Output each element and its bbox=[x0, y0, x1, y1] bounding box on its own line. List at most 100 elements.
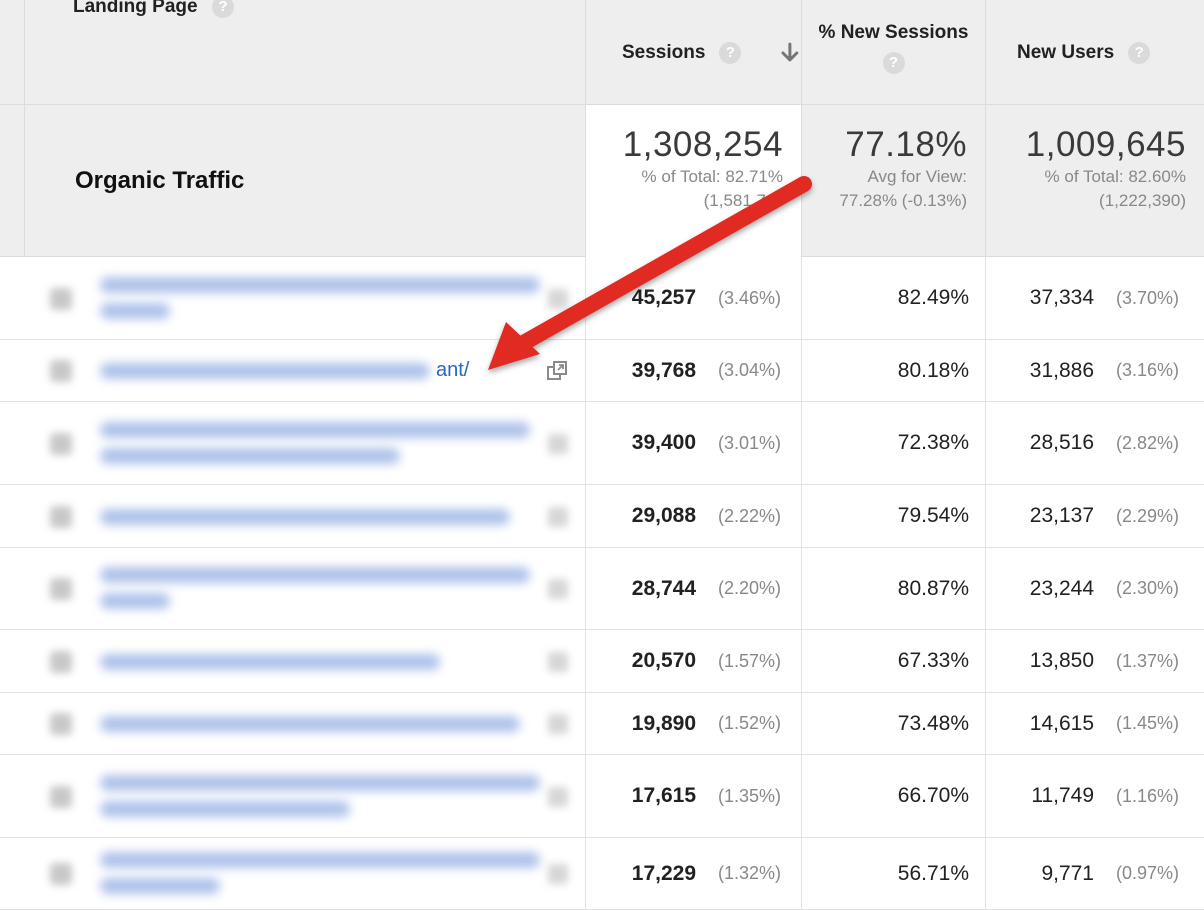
landing-page-cell[interactable] bbox=[0, 755, 585, 837]
table-row[interactable]: ant/39,768 (3.04%) 80.18% 31,886 (3.16%) bbox=[0, 340, 1204, 402]
sessions-header[interactable]: Sessions ? bbox=[585, 0, 801, 105]
row-index bbox=[50, 287, 72, 310]
summary-row: Organic Traffic 1,308,254 % of Total: 82… bbox=[0, 105, 1204, 257]
new-users-cell: 23,137 (2.29%) bbox=[985, 485, 1204, 547]
new-users-percent: (0.97%) bbox=[1116, 863, 1180, 883]
help-icon[interactable]: ? bbox=[719, 41, 742, 64]
table-row[interactable]: 17,229 (1.32%) 56.71% 9,771 (0.97%) bbox=[0, 838, 1204, 910]
table-row[interactable]: 20,570 (1.57%) 67.33% 13,850 (1.37%) bbox=[0, 630, 1204, 693]
help-icon[interactable]: ? bbox=[212, 0, 235, 18]
analytics-table: Landing Page ? Sessions ? % New Sessions… bbox=[0, 0, 1204, 910]
new-sessions-value: 67.33% bbox=[897, 649, 969, 672]
landing-page-link[interactable] bbox=[100, 878, 220, 894]
new-users-cell: 31,886 (3.16%) bbox=[985, 340, 1204, 401]
help-icon[interactable]: ? bbox=[882, 52, 905, 74]
open-link-icon[interactable] bbox=[548, 786, 568, 807]
new-sessions-value: 72.38% bbox=[897, 431, 969, 454]
summary-sessions-value: 1,308,254 bbox=[622, 125, 783, 164]
landing-page-link[interactable] bbox=[100, 800, 350, 817]
segment-label: Organic Traffic bbox=[75, 167, 245, 194]
table-row[interactable]: 17,615 (1.35%) 66.70% 11,749 (1.16%) bbox=[0, 755, 1204, 838]
open-link-icon[interactable] bbox=[548, 864, 568, 884]
landing-page-link[interactable] bbox=[100, 567, 530, 583]
open-link-icon[interactable] bbox=[548, 714, 568, 734]
new-sessions-cell: 56.71% bbox=[801, 838, 985, 909]
sessions-value: 29,088 bbox=[631, 504, 696, 527]
landing-page-link[interactable] bbox=[100, 774, 540, 791]
landing-page-header-label: Landing Page bbox=[73, 0, 198, 17]
new-sessions-value: 66.70% bbox=[897, 784, 969, 807]
sessions-percent: (1.35%) bbox=[718, 785, 782, 806]
row-index bbox=[50, 578, 72, 600]
landing-page-link[interactable] bbox=[100, 716, 520, 732]
help-icon[interactable]: ? bbox=[1128, 41, 1151, 64]
new-users-percent: (1.16%) bbox=[1116, 785, 1180, 806]
new-sessions-value: 82.49% bbox=[897, 286, 969, 309]
landing-page-link[interactable] bbox=[100, 653, 440, 670]
open-link-icon[interactable] bbox=[548, 651, 568, 672]
summary-new-sessions-avg: 77.28% (-0.13%) bbox=[839, 191, 967, 210]
landing-page-link[interactable] bbox=[100, 447, 400, 464]
row-index bbox=[50, 863, 72, 885]
sessions-value: 19,890 bbox=[631, 711, 696, 735]
new-users-value: 23,244 bbox=[1029, 576, 1094, 600]
new-users-header[interactable]: New Users ? bbox=[985, 0, 1204, 105]
row-index bbox=[50, 713, 72, 735]
landing-page-cell[interactable] bbox=[0, 485, 585, 547]
summary-sessions-cell: 1,308,254 % of Total: 82.71% (1,581,7… bbox=[585, 105, 801, 257]
arrow-down-icon[interactable] bbox=[779, 41, 801, 65]
landing-page-cell[interactable] bbox=[0, 548, 585, 629]
sessions-cell: 39,768 (3.04%) bbox=[585, 340, 801, 401]
new-sessions-cell: 67.33% bbox=[801, 630, 985, 692]
new-sessions-header[interactable]: % New Sessions ? bbox=[801, 0, 985, 105]
landing-page-link-text[interactable]: ant/ bbox=[436, 359, 469, 382]
new-users-percent: (2.82%) bbox=[1116, 432, 1180, 453]
landing-page-cell[interactable] bbox=[0, 693, 585, 754]
landing-page-link[interactable] bbox=[100, 508, 510, 525]
summary-sessions-pct: % of Total: 82.71% bbox=[641, 167, 783, 186]
new-users-percent: (3.70%) bbox=[1116, 287, 1180, 308]
new-users-value: 28,516 bbox=[1029, 431, 1094, 454]
new-users-percent: (2.29%) bbox=[1116, 505, 1180, 526]
table-row[interactable]: 28,744 (2.20%) 80.87% 23,244 (2.30%) bbox=[0, 548, 1204, 630]
landing-page-link[interactable] bbox=[100, 302, 170, 319]
new-users-cell: 37,334 (3.70%) bbox=[985, 257, 1204, 339]
sessions-percent: (2.20%) bbox=[718, 578, 782, 598]
landing-page-link[interactable] bbox=[100, 421, 530, 438]
sessions-header-label: Sessions bbox=[622, 41, 706, 63]
table-row[interactable]: 19,890 (1.52%) 73.48% 14,615 (1.45%) bbox=[0, 693, 1204, 755]
landing-page-header[interactable]: Landing Page ? bbox=[24, 0, 585, 105]
sessions-cell: 20,570 (1.57%) bbox=[585, 630, 801, 692]
open-link-icon[interactable] bbox=[548, 433, 568, 454]
landing-page-cell[interactable]: ant/ bbox=[0, 340, 585, 401]
open-link-icon[interactable] bbox=[548, 288, 568, 309]
sessions-cell: 45,257 (3.46%) bbox=[585, 257, 801, 339]
summary-new-sessions-cell: 77.18% Avg for View: 77.28% (-0.13%) bbox=[801, 105, 985, 257]
landing-page-link[interactable] bbox=[100, 593, 170, 609]
landing-page-cell[interactable] bbox=[0, 838, 585, 909]
landing-page-cell[interactable] bbox=[0, 630, 585, 692]
landing-page-cell[interactable] bbox=[0, 257, 585, 339]
new-users-percent: (2.30%) bbox=[1116, 578, 1180, 598]
table-row[interactable]: 39,400 (3.01%) 72.38% 28,516 (2.82%) bbox=[0, 402, 1204, 485]
row-index bbox=[50, 785, 72, 808]
summary-new-sessions-avg-label: Avg for View: bbox=[867, 167, 967, 186]
new-users-value: 9,771 bbox=[1041, 861, 1094, 885]
open-link-icon[interactable] bbox=[546, 360, 568, 382]
landing-page-link[interactable] bbox=[100, 363, 430, 379]
sessions-percent: (3.01%) bbox=[718, 432, 782, 453]
new-sessions-value: 80.18% bbox=[897, 358, 969, 382]
open-link-icon[interactable] bbox=[548, 506, 568, 527]
sessions-cell: 28,744 (2.20%) bbox=[585, 548, 801, 629]
open-link-icon[interactable] bbox=[548, 579, 568, 599]
new-users-cell: 13,850 (1.37%) bbox=[985, 630, 1204, 692]
landing-page-link[interactable] bbox=[100, 276, 540, 293]
sessions-value: 20,570 bbox=[631, 649, 696, 672]
landing-page-link[interactable] bbox=[100, 852, 540, 868]
sessions-percent: (2.22%) bbox=[718, 505, 782, 526]
new-sessions-value: 73.48% bbox=[897, 711, 969, 735]
landing-page-cell[interactable] bbox=[0, 402, 585, 484]
table-row[interactable]: 45,257 (3.46%) 82.49% 37,334 (3.70%) bbox=[0, 257, 1204, 340]
sessions-cell: 19,890 (1.52%) bbox=[585, 693, 801, 754]
table-row[interactable]: 29,088 (2.22%) 79.54% 23,137 (2.29%) bbox=[0, 485, 1204, 548]
